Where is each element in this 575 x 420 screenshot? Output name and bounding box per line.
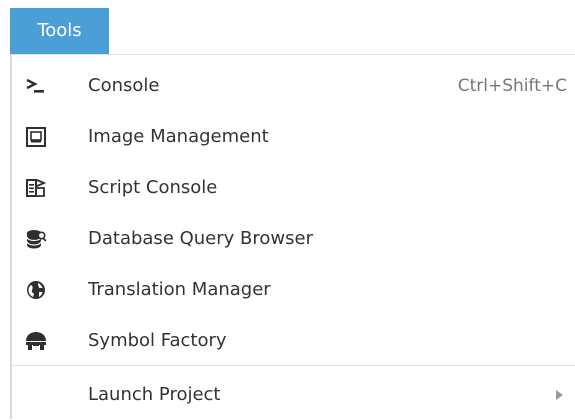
- menu-item-label: Console: [88, 75, 160, 96]
- globe-icon: [27, 281, 45, 299]
- keyboard-shortcut: Ctrl+Shift+C: [457, 76, 567, 96]
- menu-item-label: Translation Manager: [88, 279, 271, 300]
- symbol-factory-icon: [26, 332, 46, 350]
- menu-item-launch-project[interactable]: Launch Project: [12, 370, 575, 420]
- terminal-prompt-icon: [26, 78, 44, 93]
- menu-item-label: Script Console: [88, 177, 218, 198]
- menu-item-console[interactable]: Console Ctrl+Shift+C: [12, 61, 575, 111]
- image-frame-icon: [26, 127, 46, 147]
- menubar: Tools: [0, 0, 575, 56]
- menu-item-symbol-factory[interactable]: Symbol Factory: [12, 316, 575, 366]
- submenu-arrow-icon: [556, 390, 563, 400]
- menu-item-label: Launch Project: [88, 384, 221, 405]
- menu-item-translation-manager[interactable]: Translation Manager: [12, 265, 575, 315]
- menu-item-script-console[interactable]: Script Console: [12, 163, 575, 213]
- menu-item-database-query-browser[interactable]: Database Query Browser: [12, 214, 575, 264]
- menu-item-image-management[interactable]: Image Management: [12, 112, 575, 162]
- script-arrow-icon: [26, 179, 47, 197]
- menu-item-label: Image Management: [88, 126, 269, 147]
- menu-item-label: Symbol Factory: [88, 330, 227, 351]
- menu-item-label: Database Query Browser: [88, 228, 313, 249]
- menu-tab-tools[interactable]: Tools: [10, 8, 109, 54]
- menu-separator: [12, 365, 575, 366]
- tools-dropdown-menu: Console Ctrl+Shift+C Image Management Sc…: [10, 54, 575, 419]
- database-search-icon: [26, 230, 47, 249]
